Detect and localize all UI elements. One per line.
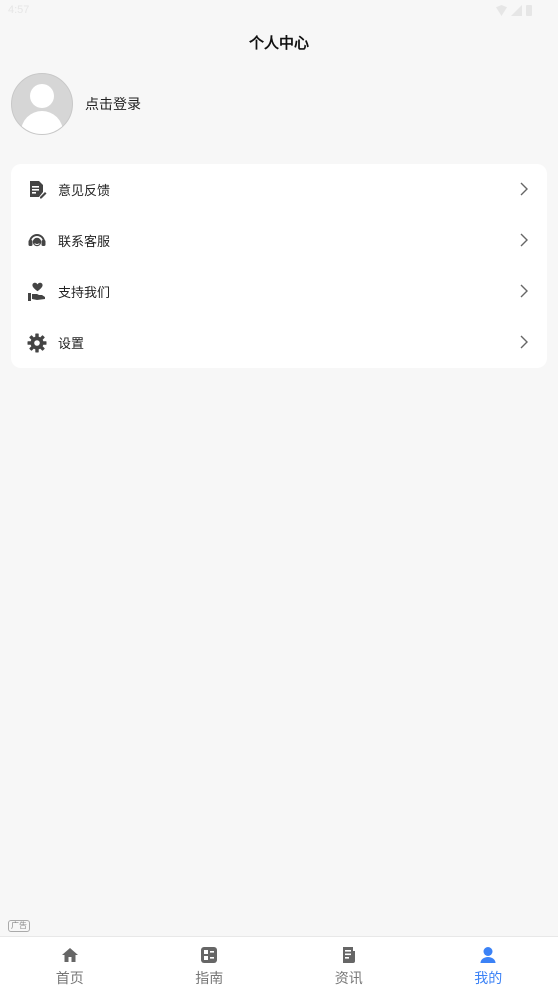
tab-mine[interactable]: 我的 bbox=[419, 937, 558, 993]
menu-item-feedback[interactable]: 意见反馈 bbox=[11, 164, 547, 215]
tab-label: 首页 bbox=[56, 968, 84, 988]
menu-item-support-us[interactable]: 支持我们 bbox=[11, 266, 547, 317]
news-icon bbox=[340, 946, 358, 964]
chevron-right-icon bbox=[517, 182, 531, 196]
tab-label: 指南 bbox=[195, 968, 223, 988]
signal-icon bbox=[511, 5, 522, 16]
page-title: 个人中心 bbox=[249, 32, 309, 53]
tab-news[interactable]: 资讯 bbox=[279, 937, 419, 993]
gear-icon bbox=[27, 333, 47, 353]
status-icons bbox=[496, 5, 532, 16]
chevron-right-icon bbox=[517, 233, 531, 247]
wifi-icon bbox=[496, 5, 507, 16]
menu-item-customer-service[interactable]: 联系客服 bbox=[11, 215, 547, 266]
menu-label-support-us: 支持我们 bbox=[58, 282, 110, 301]
battery-icon bbox=[526, 5, 532, 16]
menu-label-feedback: 意见反馈 bbox=[58, 180, 110, 199]
hand-heart-icon bbox=[27, 282, 47, 302]
feedback-doc-icon bbox=[27, 180, 47, 200]
chevron-right-icon bbox=[517, 335, 531, 349]
avatar[interactable] bbox=[11, 73, 73, 135]
menu-label-customer-service: 联系客服 bbox=[58, 231, 110, 250]
profile-section[interactable]: 点击登录 bbox=[11, 73, 141, 135]
home-icon bbox=[61, 946, 79, 964]
bottom-tab-bar: 首页 指南 资讯 我的 bbox=[0, 936, 558, 993]
chevron-right-icon bbox=[517, 284, 531, 298]
tab-label: 资讯 bbox=[335, 968, 363, 988]
avatar-head-shape bbox=[30, 84, 54, 108]
menu-label-settings: 设置 bbox=[58, 333, 84, 352]
app-header: 个人中心 bbox=[0, 24, 558, 60]
status-time: 4:57 bbox=[8, 4, 29, 16]
avatar-body-shape bbox=[21, 111, 63, 135]
menu-item-settings[interactable]: 设置 bbox=[11, 317, 547, 368]
tab-label: 我的 bbox=[474, 968, 502, 988]
grid-icon bbox=[200, 946, 218, 964]
tab-home[interactable]: 首页 bbox=[0, 937, 140, 993]
tab-guide[interactable]: 指南 bbox=[140, 937, 280, 993]
ad-badge: 广告 bbox=[8, 920, 30, 932]
headset-icon bbox=[27, 231, 47, 251]
menu-card: 意见反馈 联系客服 支持我们 bbox=[11, 164, 547, 368]
status-bar: 4:57 bbox=[0, 0, 558, 24]
user-icon bbox=[479, 946, 497, 964]
login-link[interactable]: 点击登录 bbox=[85, 94, 141, 114]
